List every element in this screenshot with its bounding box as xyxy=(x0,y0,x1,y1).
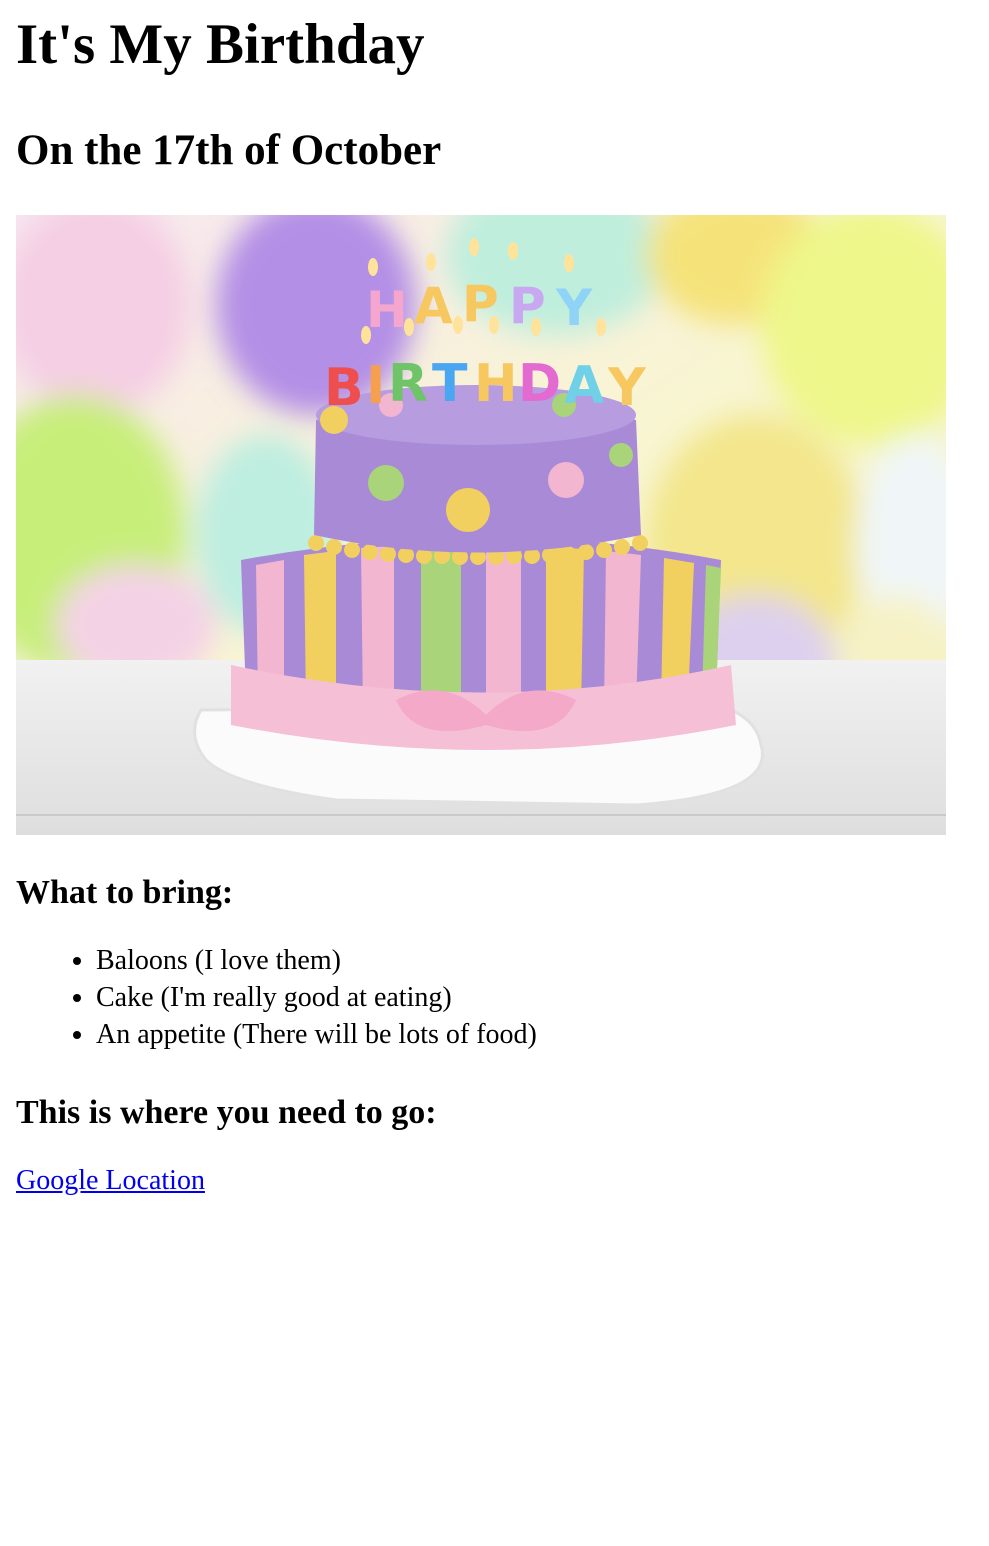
svg-text:A: A xyxy=(564,356,604,416)
google-location-link[interactable]: Google Location xyxy=(16,1165,205,1196)
list-item: Baloons (I love them) xyxy=(96,942,973,979)
bring-heading: What to bring: xyxy=(16,873,234,911)
list-item: An appetite (There will be lots of food) xyxy=(96,1016,973,1053)
svg-text:T: T xyxy=(432,354,468,414)
location-heading: This is where you need to go: xyxy=(16,1094,437,1132)
svg-text:R: R xyxy=(388,354,428,414)
page: It's My Birthday On the 17th of October xyxy=(0,12,989,1199)
svg-text:Y: Y xyxy=(555,279,593,337)
svg-text:D: D xyxy=(518,354,561,414)
svg-text:H: H xyxy=(366,281,408,339)
location-paragraph: Google Location xyxy=(16,1162,973,1199)
svg-text:H: H xyxy=(474,354,518,414)
svg-text:B: B xyxy=(324,358,364,418)
birthday-cake-image: H A P P Y B I R T H D A Y xyxy=(16,214,946,835)
bring-list: Baloons (I love them) Cake (I'm really g… xyxy=(16,942,973,1053)
page-subtitle: On the 17th of October xyxy=(16,126,442,174)
svg-text:I: I xyxy=(366,356,385,416)
svg-text:A: A xyxy=(414,277,453,335)
list-item: Cake (I'm really good at eating) xyxy=(96,979,973,1016)
svg-text:Y: Y xyxy=(607,358,647,418)
page-title: It's My Birthday xyxy=(16,13,425,76)
